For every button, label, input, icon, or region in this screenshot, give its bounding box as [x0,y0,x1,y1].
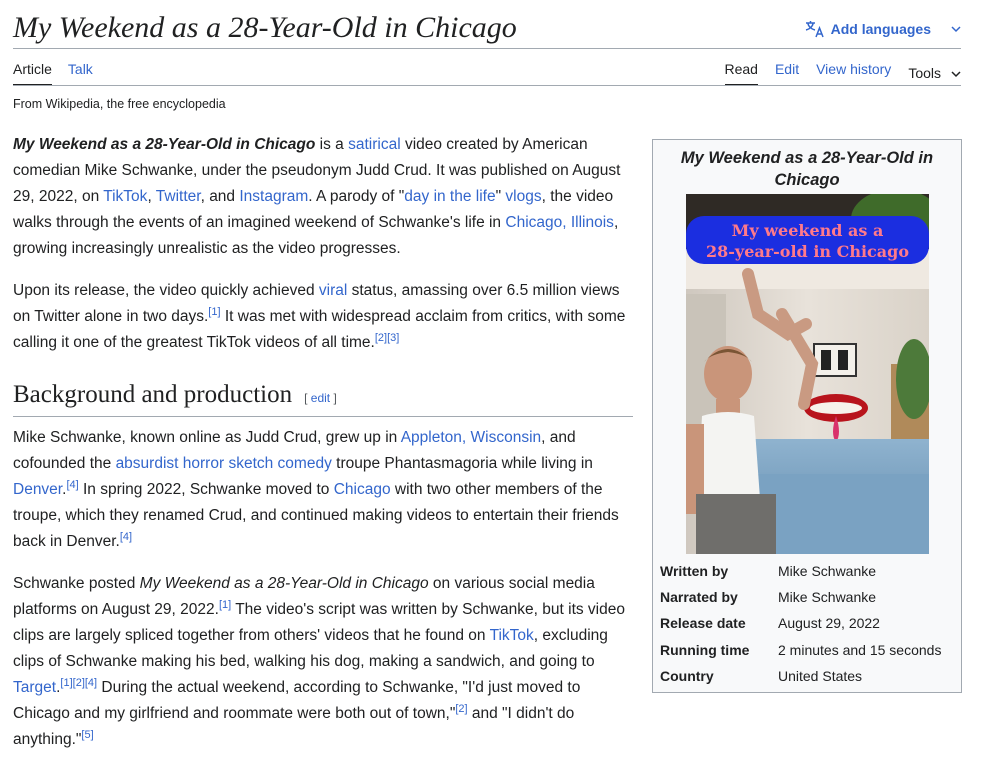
infobox-value: Mike Schwanke [778,589,877,606]
namespace-tabs: Article Talk [13,60,93,86]
bold-title: My Weekend as a 28-Year-Old in Chicago [13,136,316,153]
image-caption-line1: My weekend as a [732,221,884,240]
infobox: My Weekend as a 28-Year-Old in Chicago M… [652,139,962,693]
title-divider [13,48,961,49]
link-target[interactable]: Target [13,679,56,696]
link-sketch-comedy[interactable]: sketch comedy [228,455,331,472]
infobox-value: August 29, 2022 [778,615,880,632]
section-edit: [ edit ] [304,385,337,411]
infobox-label: Release date [660,615,746,632]
link-absurdist[interactable]: absurdist [116,455,179,472]
text: Schwanke posted [13,575,140,592]
link-instagram[interactable]: Instagram [239,188,308,205]
bracket: [ [304,391,311,405]
chevron-down-icon [951,64,961,82]
citation-link[interactable]: [3] [387,332,399,344]
link-chicago[interactable]: Chicago [334,481,391,498]
link-appleton[interactable]: Appleton, Wisconsin [401,429,541,446]
link-twitter[interactable]: Twitter [156,188,201,205]
tab-article[interactable]: Article [13,60,52,86]
text: is a [315,136,349,153]
text: Mike Schwanke, known online as Judd Crud… [13,429,401,446]
link-horror[interactable]: horror [183,455,224,472]
italic-title: My Weekend as a 28-Year-Old in Chicago [139,575,429,592]
link-satirical[interactable]: satirical [348,136,401,153]
citation-link[interactable]: [4] [120,531,132,543]
text: troupe Phantasmagoria while living in [331,455,593,472]
link-tiktok[interactable]: TikTok [103,188,147,205]
tab-view-history[interactable]: View history [816,60,891,86]
citation-link[interactable]: [4] [66,479,78,491]
citation-link[interactable]: [1] [219,599,231,611]
link-day-in-the-life[interactable]: day in the life [404,188,495,205]
tab-read[interactable]: Read [724,60,759,86]
text: . A parody of " [308,188,405,205]
section-heading: Background and production [ edit ] [13,378,633,417]
infobox-label: Running time [660,641,750,658]
link-chicago-illinois[interactable]: Chicago, Illinois [505,214,614,231]
infobox-row: Written by Mike Schwanke [660,558,953,584]
link-denver[interactable]: Denver [13,481,62,498]
infobox-row: Running time 2 minutes and 15 seconds [660,637,953,663]
image-caption-line2: 28-year-old in Chicago [706,242,909,261]
infobox-row: Release date August 29, 2022 [660,610,953,636]
infobox-title: My Weekend as a 28-Year-Old in Chicago [680,149,934,189]
infobox-image[interactable]: My weekend as a 28-year-old in Chicago [686,194,929,554]
text: , [147,188,156,205]
tabs-divider [13,85,961,86]
citation-link[interactable]: [2] [73,677,85,689]
link-viral[interactable]: viral [319,282,347,299]
edit-section-link[interactable]: edit [311,391,330,405]
infobox-label: Written by [660,563,729,580]
citation-link[interactable]: [2] [455,703,467,715]
infobox-row: Narrated by Mike Schwanke [660,584,953,610]
link-vlogs[interactable]: vlogs [505,188,541,205]
view-tabs: Read Edit View history Tools [724,60,962,86]
infobox-value: United States [778,667,863,684]
add-languages-label: Add languages [830,21,931,37]
citation-link[interactable]: [2] [375,332,387,344]
citation-link[interactable]: [1] [60,677,72,689]
infobox-label: Country [660,667,714,684]
infobox-value: Mike Schwanke [778,563,877,580]
infobox-row: Country United States [660,663,953,689]
infobox-value: 2 minutes and 15 seconds [778,641,942,658]
text: , and [200,188,240,205]
text: Upon its release, the video quickly achi… [13,282,319,299]
text: " [495,188,506,205]
tools-menu[interactable]: Tools [908,60,961,86]
section-title: Background and production [13,381,293,408]
translate-icon [805,20,825,38]
paragraph-intro: My Weekend as a 28-Year-Old in Chicago i… [13,132,633,262]
link-tiktok-2[interactable]: TikTok [490,627,534,644]
infobox-rows: Written by Mike Schwanke Narrated by Mik… [660,558,953,689]
tagline: From Wikipedia, the free encyclopedia [13,97,226,111]
tools-label: Tools [908,65,941,81]
article-body: My Weekend as a 28-Year-Old in Chicago i… [13,132,633,763]
infobox-label: Narrated by [660,589,738,606]
page-title: My Weekend as a 28-Year-Old in Chicago [13,11,517,44]
add-languages-button[interactable]: Add languages [805,18,961,40]
paragraph-background: Mike Schwanke, known online as Judd Crud… [13,425,633,555]
chevron-down-icon [951,25,961,33]
tab-edit[interactable]: Edit [775,60,799,86]
paragraph-reception: Upon its release, the video quickly achi… [13,278,633,356]
bracket: ] [330,391,337,405]
text: In spring 2022, Schwanke moved to [78,481,334,498]
paragraph-production: Schwanke posted My Weekend as a 28-Year-… [13,571,633,753]
citation-link[interactable]: [4] [85,677,97,689]
tab-talk[interactable]: Talk [68,60,93,86]
citation-link[interactable]: [5] [81,729,93,741]
citation-link[interactable]: [1] [208,306,220,318]
